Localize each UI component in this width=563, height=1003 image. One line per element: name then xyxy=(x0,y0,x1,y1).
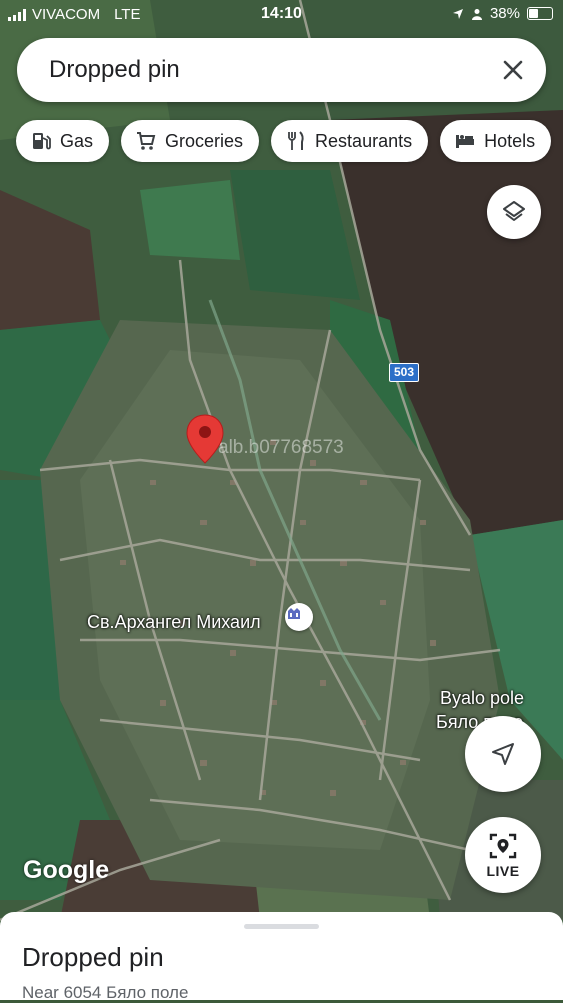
chip-groceries[interactable]: Groceries xyxy=(121,120,260,162)
bed-icon xyxy=(456,135,475,148)
live-view-button[interactable]: LIVE xyxy=(465,817,541,893)
layers-icon xyxy=(503,201,525,221)
layers-button[interactable] xyxy=(487,185,541,239)
town-label-latin: Byalo pole xyxy=(440,688,525,708)
close-icon[interactable] xyxy=(500,57,526,83)
recenter-button[interactable] xyxy=(465,716,541,792)
battery-percent: 38% xyxy=(489,5,520,22)
map-watermark: alb.b07768573 xyxy=(218,437,344,458)
chip-label: Gas xyxy=(60,130,94,151)
live-label: LIVE xyxy=(486,863,520,879)
sheet-drag-handle[interactable] xyxy=(244,924,319,929)
chip-hotels[interactable]: Hotels xyxy=(440,120,552,162)
bottom-sheet[interactable]: Dropped pin Near 6054 Бяло поле xyxy=(0,912,563,1002)
google-attribution: Google xyxy=(23,856,110,884)
search-bar[interactable]: Dropped pin xyxy=(17,38,546,102)
fork-knife-icon xyxy=(288,131,304,150)
place-subtitle: Near 6054 Бяло поле xyxy=(22,983,189,1002)
dropped-pin-marker[interactable] xyxy=(185,413,225,465)
category-chips: Gas Groceries Restaurants Hotels xyxy=(16,120,552,162)
church-icon[interactable] xyxy=(285,603,313,631)
cart-icon xyxy=(137,132,156,150)
battery-icon xyxy=(527,7,553,20)
chip-label: Groceries xyxy=(165,130,244,151)
road-shield-503: 503 xyxy=(389,363,419,382)
location-arrow-icon xyxy=(452,8,463,19)
navigation-arrow-icon xyxy=(492,743,514,765)
chip-restaurants[interactable]: Restaurants xyxy=(271,120,429,162)
place-title: Dropped pin xyxy=(22,942,164,972)
search-input[interactable]: Dropped pin xyxy=(49,56,180,84)
chip-label: Restaurants xyxy=(315,130,413,151)
chip-label: Hotels xyxy=(484,130,536,151)
status-bar: VIVACOM LTE 14:10 38% xyxy=(0,0,563,30)
gas-station-icon xyxy=(33,133,51,150)
live-view-icon xyxy=(489,833,517,859)
chip-gas[interactable]: Gas xyxy=(16,120,110,162)
map-pin-icon xyxy=(186,414,224,464)
person-icon xyxy=(471,8,482,20)
poi-label-church[interactable]: Св.Архангел Михаил xyxy=(87,612,261,633)
